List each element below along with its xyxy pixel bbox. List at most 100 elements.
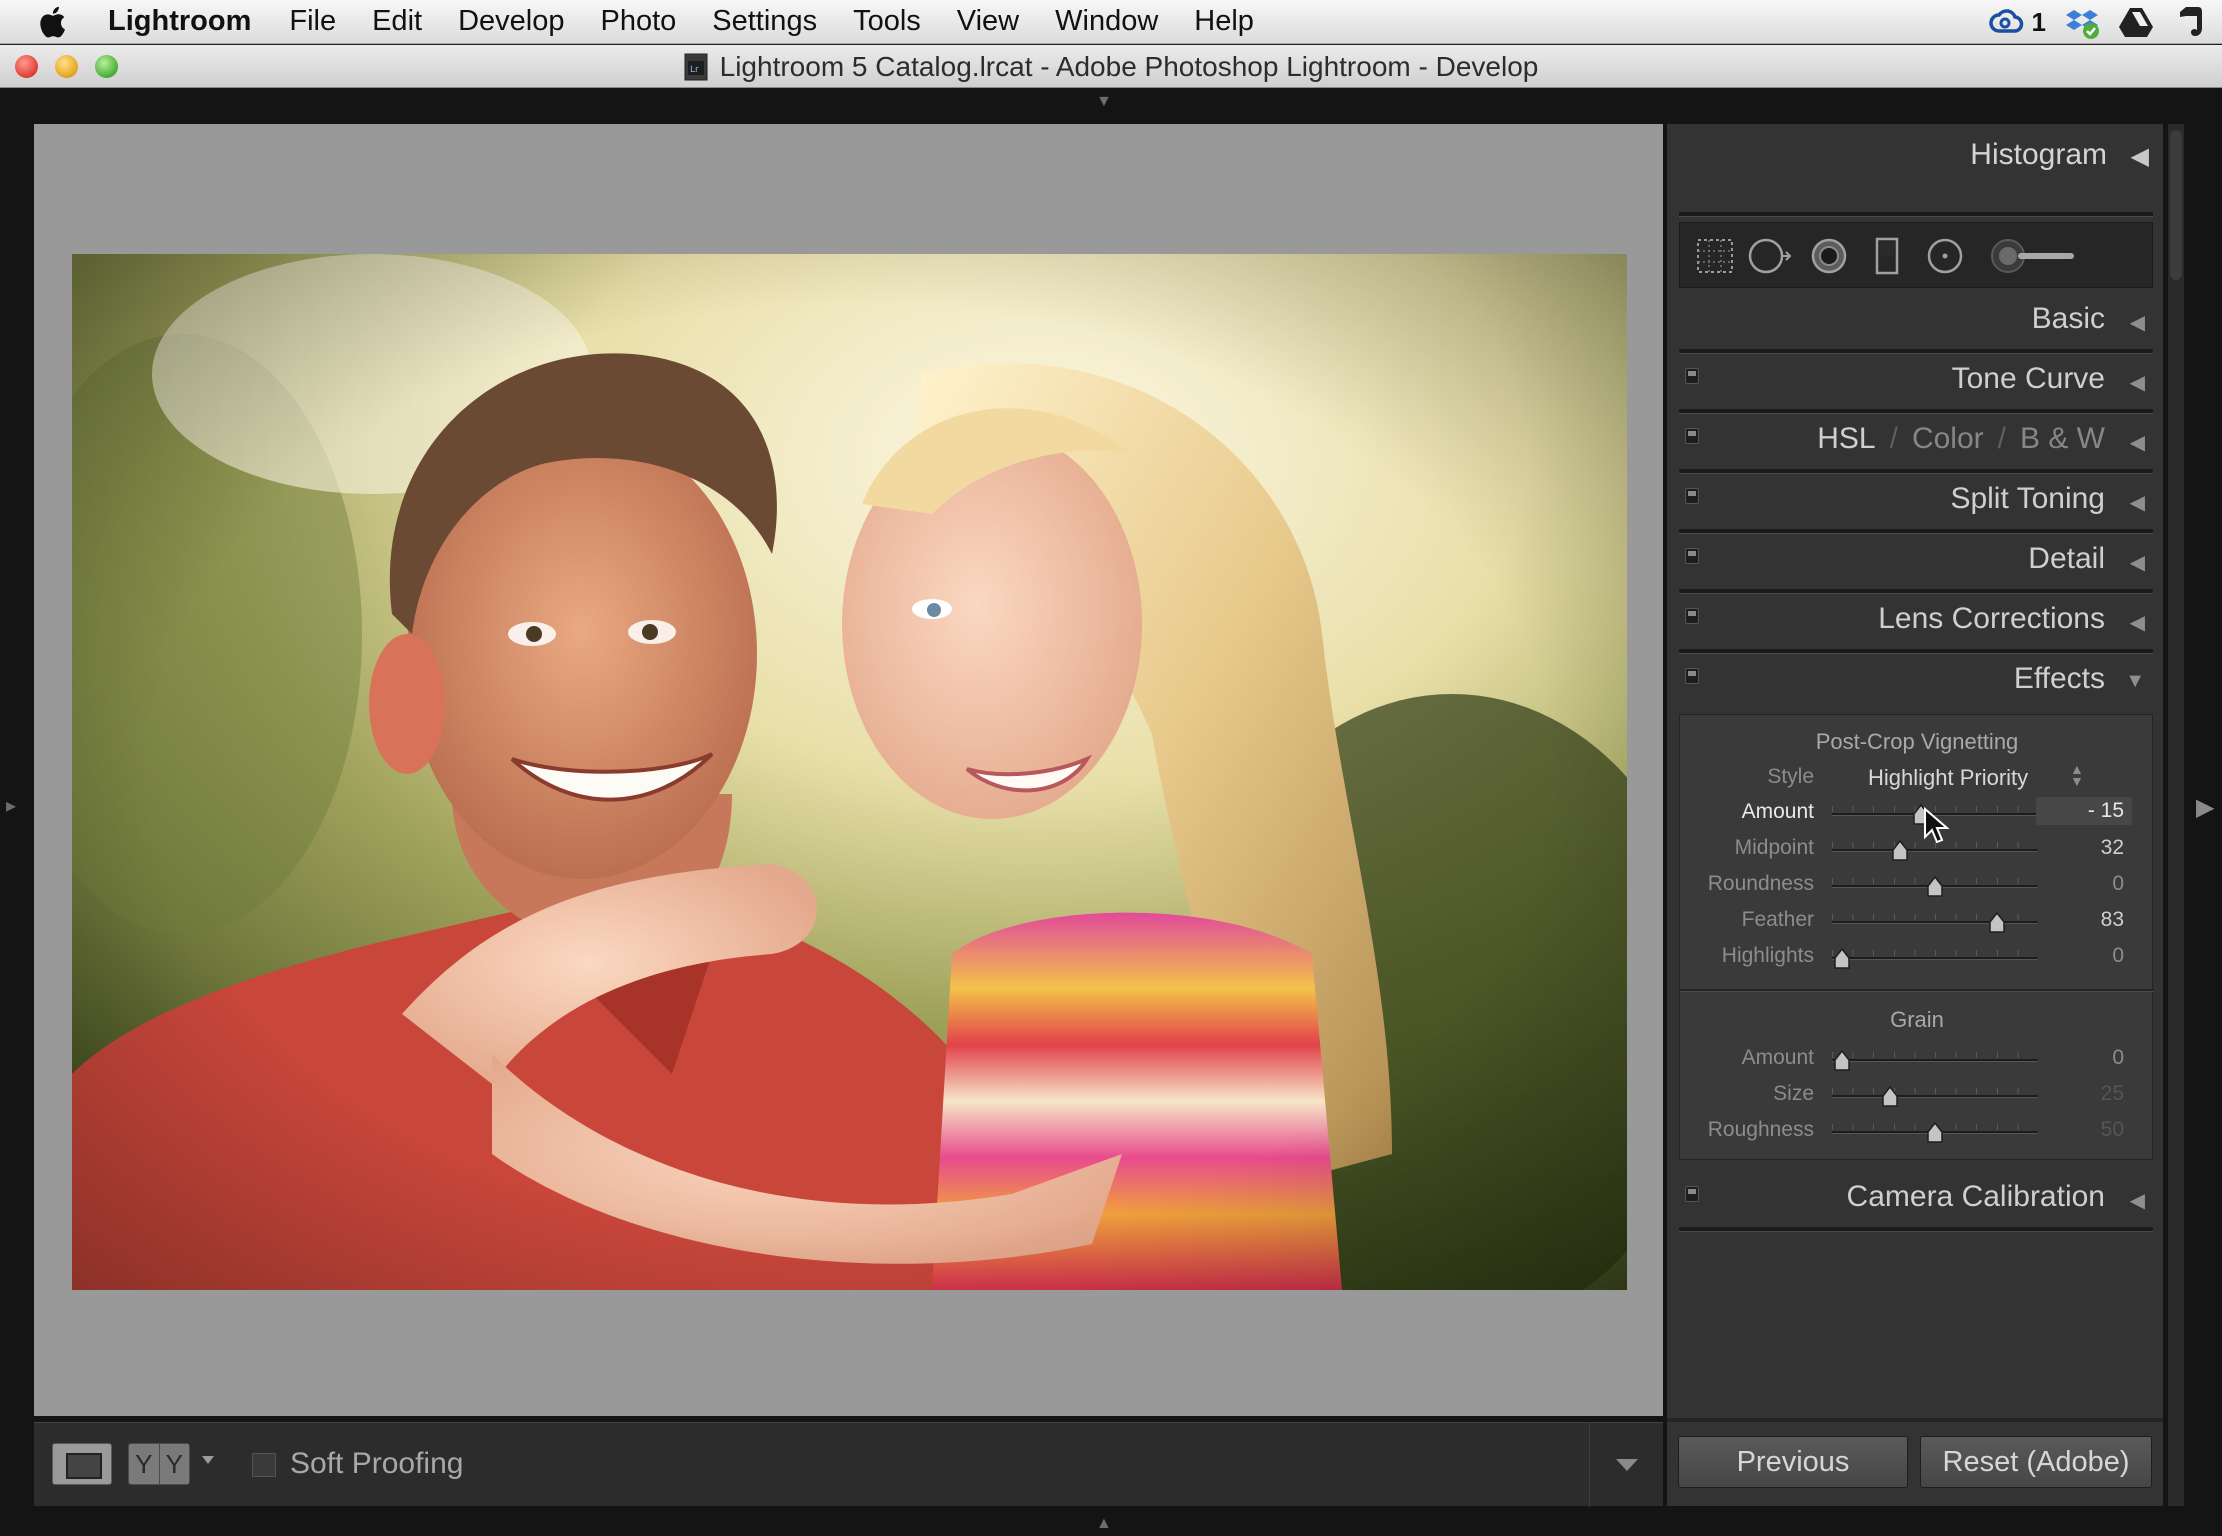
lens-corrections-collapse-icon[interactable]: ◀: [2130, 610, 2145, 635]
menu-photo[interactable]: Photo: [582, 5, 694, 38]
before-after-view-button[interactable]: Y Y: [128, 1443, 190, 1485]
panel-header-hsl[interactable]: HSL / Color / B & W ◀: [1679, 414, 2153, 474]
radial-filter-icon[interactable]: [1918, 231, 1972, 281]
tone-curve-toggle-switch[interactable]: [1685, 368, 1699, 384]
grain-size-label: Size: [1773, 1082, 1814, 1105]
panel-divider: [1679, 1227, 2153, 1232]
creative-cloud-count: 1: [2031, 6, 2046, 37]
tone-curve-collapse-icon[interactable]: ◀: [2130, 370, 2145, 395]
vignette-midpoint-slider[interactable]: [1832, 849, 2038, 852]
vignette-highlights-value[interactable]: 0: [2044, 944, 2124, 968]
crop-overlay-icon[interactable]: [1688, 231, 1742, 281]
vignette-feather-slider[interactable]: [1832, 921, 2038, 924]
loupe-view-button[interactable]: [52, 1443, 112, 1485]
menu-tools[interactable]: Tools: [835, 5, 939, 38]
histogram-panel-title[interactable]: Histogram: [1970, 138, 2107, 172]
grain-size-value[interactable]: 25: [2044, 1082, 2124, 1106]
basic-collapse-icon[interactable]: ◀: [2130, 310, 2145, 335]
panel-header-detail[interactable]: Detail ◀: [1679, 534, 2153, 594]
menu-edit[interactable]: Edit: [354, 5, 440, 38]
top-panel-toggle-icon[interactable]: ▼: [1096, 94, 1112, 110]
dropbox-sync-icon[interactable]: [2064, 4, 2100, 40]
photo-preview[interactable]: [72, 254, 1627, 1290]
grain-roughness-value[interactable]: 50: [2044, 1118, 2124, 1142]
vignette-feather-slider-thumb[interactable]: [1988, 912, 2006, 934]
vignette-highlights-ticks: [1832, 950, 2038, 956]
graduated-filter-icon[interactable]: [1860, 231, 1914, 281]
soft-proofing-checkbox[interactable]: [252, 1453, 276, 1477]
lightroom-app: ▼ ▸ ▶ ▲ Y Y Soft Proofing Histogram ◀ Ba…: [0, 88, 2222, 1536]
panel-header-split-toning[interactable]: Split Toning ◀: [1679, 474, 2153, 534]
vignette-roundness-value[interactable]: 0: [2044, 872, 2124, 896]
grain-amount-slider[interactable]: [1832, 1059, 2038, 1062]
menu-view[interactable]: View: [939, 5, 1037, 38]
menu-app-lightroom[interactable]: Lightroom: [94, 5, 271, 38]
panel-header-effects[interactable]: Effects ▼: [1679, 654, 2153, 714]
reset-adobe-button[interactable]: Reset (Adobe): [1920, 1436, 2152, 1488]
vignette-roundness-label: Roundness: [1707, 872, 1814, 895]
vignette-highlights-slider-thumb[interactable]: [1833, 948, 1851, 970]
svg-text:Lr: Lr: [690, 65, 699, 75]
vignette-highlights-slider[interactable]: [1832, 957, 2038, 960]
bw-tab[interactable]: B & W: [2020, 422, 2105, 455]
vignette-midpoint-slider-thumb[interactable]: [1891, 840, 1909, 862]
vignette-midpoint-value[interactable]: 32: [2044, 836, 2124, 860]
grain-roughness-slider-thumb[interactable]: [1926, 1122, 1944, 1144]
panel-header-camera-calibration[interactable]: Camera Calibration ◀: [1679, 1172, 2153, 1232]
spot-removal-icon[interactable]: [1742, 231, 1796, 281]
grain-size-slider-thumb[interactable]: [1881, 1086, 1899, 1108]
vignette-highlights-label: Highlights: [1721, 944, 1814, 967]
vignette-feather-value[interactable]: 83: [2044, 908, 2124, 932]
menu-window[interactable]: Window: [1037, 5, 1176, 38]
view-mode-dropdown-icon[interactable]: [202, 1456, 214, 1464]
split-toning-collapse-icon[interactable]: ◀: [2130, 490, 2145, 515]
grain-size-slider[interactable]: [1832, 1095, 2038, 1098]
previous-button[interactable]: Previous: [1678, 1436, 1908, 1488]
apple-icon[interactable]: [38, 5, 72, 39]
evernote-icon[interactable]: [2172, 4, 2208, 40]
grain-amount-value[interactable]: 0: [2044, 1046, 2124, 1070]
vignette-roundness-slider-thumb[interactable]: [1926, 876, 1944, 898]
camera-calibration-toggle-switch[interactable]: [1685, 1186, 1699, 1202]
panel-header-tone-curve[interactable]: Tone Curve ◀: [1679, 354, 2153, 414]
menu-help[interactable]: Help: [1176, 5, 1272, 38]
hsl-collapse-icon[interactable]: ◀: [2130, 430, 2145, 455]
hsl-toggle-switch[interactable]: [1685, 428, 1699, 444]
grain-amount-slider-thumb[interactable]: [1833, 1050, 1851, 1072]
grain-amount-ticks: [1832, 1052, 2038, 1058]
vignette-style-dropdown[interactable]: Highlight Priority: [1868, 765, 2028, 791]
effects-expanded-icon[interactable]: ▼: [2125, 670, 2145, 693]
right-panel-scrollbar[interactable]: [2168, 124, 2184, 1506]
grain-amount-label: Amount: [1741, 1046, 1814, 1069]
hsl-tab[interactable]: HSL: [1817, 422, 1875, 455]
effects-toggle-switch[interactable]: [1685, 668, 1699, 684]
menu-file[interactable]: File: [271, 5, 354, 38]
right-panel: Histogram ◀ Basic ◀ Tone Curve ◀ HSL / C…: [1667, 124, 2163, 1506]
histogram-collapse-icon[interactable]: ◀: [2131, 142, 2149, 171]
split-toning-panel-title: Split Toning: [1950, 482, 2105, 515]
left-panel-toggle-icon[interactable]: ▸: [6, 796, 16, 816]
camera-calibration-collapse-icon[interactable]: ◀: [2130, 1188, 2145, 1213]
menu-develop[interactable]: Develop: [440, 5, 582, 38]
filmstrip-toggle-icon[interactable]: ▲: [1096, 1516, 1112, 1532]
menu-settings[interactable]: Settings: [694, 5, 835, 38]
vignette-feather-ticks: [1832, 914, 2038, 920]
panel-header-basic[interactable]: Basic ◀: [1679, 294, 2153, 354]
image-canvas[interactable]: [34, 124, 1663, 1416]
style-dropdown-arrows-icon[interactable]: ▲ ▼: [2070, 762, 2084, 788]
toolbar-content-menu-icon[interactable]: [1589, 1423, 1663, 1507]
right-panel-toggle-icon[interactable]: ▶: [2196, 796, 2214, 820]
color-tab[interactable]: Color: [1912, 422, 1984, 455]
split-toning-toggle-switch[interactable]: [1685, 488, 1699, 504]
red-eye-correction-icon[interactable]: [1802, 231, 1856, 281]
panel-header-lens-corrections[interactable]: Lens Corrections ◀: [1679, 594, 2153, 654]
detail-toggle-switch[interactable]: [1685, 548, 1699, 564]
lens-corrections-toggle-switch[interactable]: [1685, 608, 1699, 624]
detail-collapse-icon[interactable]: ◀: [2130, 550, 2145, 575]
mouse-pointer-icon: [1924, 807, 1950, 844]
google-drive-icon[interactable]: [2118, 4, 2154, 40]
vignette-amount-value[interactable]: - 15: [2036, 797, 2132, 825]
scrollbar-thumb[interactable]: [2170, 130, 2182, 280]
creative-cloud-icon[interactable]: [1988, 4, 2024, 40]
adjustment-brush-icon[interactable]: [1978, 231, 2088, 281]
